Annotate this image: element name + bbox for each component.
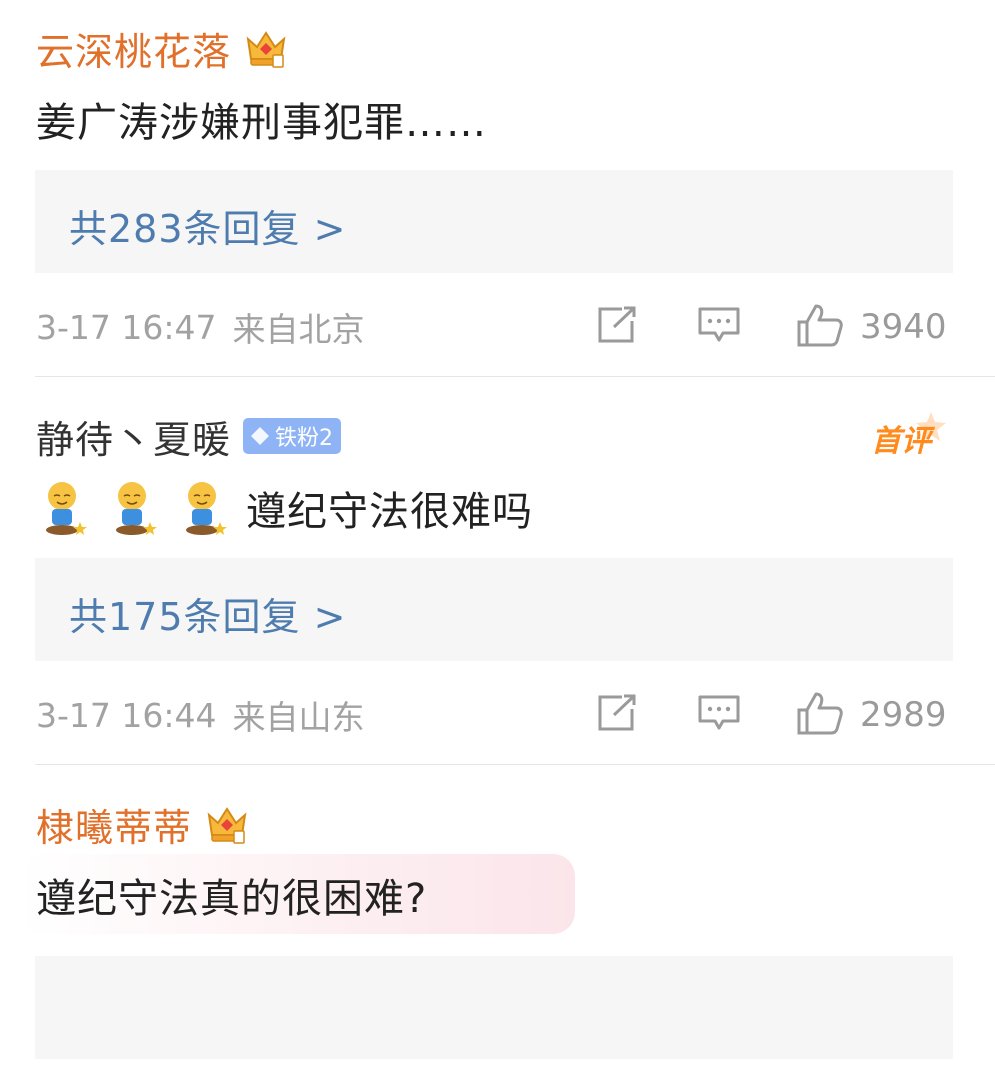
share-icon [596,305,638,349]
comment-icon [697,693,741,737]
username[interactable]: 静待丶夏暖 [36,409,231,464]
divider [35,376,995,377]
kneeling-smile-emoji-icon [36,478,96,538]
comment-button[interactable] [697,304,741,350]
username[interactable]: 棣曦蒂蒂 [36,797,192,852]
fan-badge[interactable]: 铁粉2 [243,418,342,454]
comment-meta: 3-17 16:47 来自北京 [36,302,365,352]
like-count: 3940 [860,307,947,347]
comment-time: 3-17 16:47 [36,307,217,347]
divider [35,764,995,765]
comment-icon [697,305,741,349]
diamond-icon [251,427,270,445]
comment-text: 姜广涛涉嫌刑事犯罪…… [36,100,487,146]
vip-crown-icon [243,25,289,71]
fan-badge-label: 铁粉2 [275,426,334,451]
share-button[interactable] [596,692,638,738]
comment-header: 静待丶夏暖 铁粉2 [36,409,342,464]
comment-header: 棣曦蒂蒂 [36,798,250,850]
comment-text-body: 遵纪守法很难吗 [246,489,533,535]
comment-location: 来自北京 [232,310,365,349]
kneeling-smile-emoji-icon [106,478,166,538]
replies-box[interactable] [35,956,953,1059]
like-button[interactable]: 2989 [796,692,947,738]
vip-crown-icon [204,801,250,847]
kneeling-smile-emoji-icon [176,478,236,538]
thumbs-up-icon [796,302,844,352]
replies-box[interactable]: 共175条回复 > [35,558,953,661]
view-replies-link[interactable]: 共283条回复 > [69,198,346,253]
like-count: 2989 [860,695,947,735]
username[interactable]: 云深桃花落 [36,21,231,76]
comment-location: 来自山东 [232,698,365,737]
share-button[interactable] [596,304,638,350]
view-replies-link[interactable]: 共175条回复 > [69,586,346,641]
comment-header: 云深桃花落 [36,22,289,74]
comment-text: 遵纪守法真的很困难? [36,876,428,922]
thumbs-up-icon [796,690,844,740]
comment-button[interactable] [697,692,741,738]
comment-text: 遵纪守法很难吗 [36,478,533,538]
first-comment-tag: 首评 [871,410,951,460]
like-button[interactable]: 3940 [796,304,947,350]
first-comment-label: 首评 [871,424,931,459]
comment-meta: 3-17 16:44 来自山东 [36,690,365,740]
comment-time: 3-17 16:44 [36,695,217,735]
replies-box[interactable]: 共283条回复 > [35,170,953,273]
share-icon [596,693,638,737]
